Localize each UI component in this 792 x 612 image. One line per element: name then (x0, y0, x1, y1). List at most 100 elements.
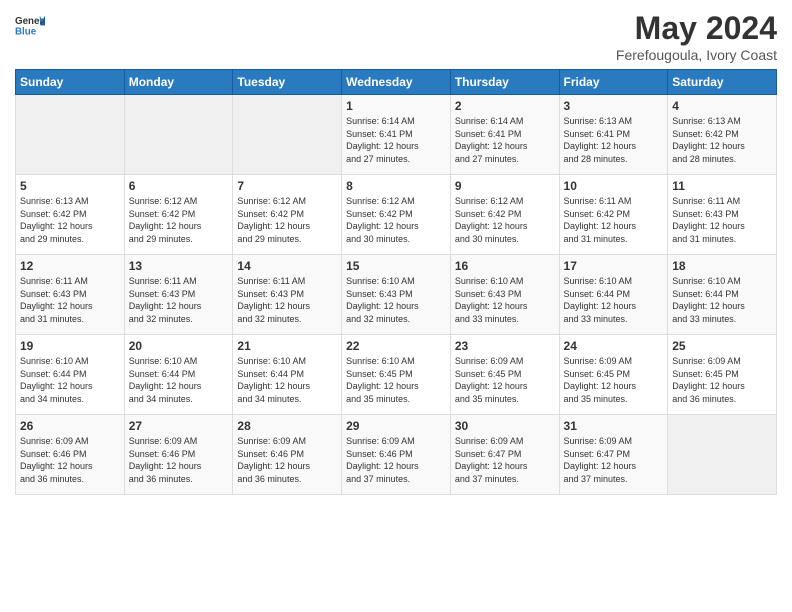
main-title: May 2024 (616, 10, 777, 47)
day-number: 29 (346, 419, 446, 433)
day-info: Sunrise: 6:11 AM Sunset: 6:43 PM Dayligh… (20, 275, 120, 325)
day-number: 16 (455, 259, 555, 273)
calendar-row-1: 1Sunrise: 6:14 AM Sunset: 6:41 PM Daylig… (16, 95, 777, 175)
calendar-cell: 6 Sunrise: 6:12 AM Sunset: 6:42 PM Daylig… (124, 175, 233, 255)
day-info: Sunrise: 6:11 AM Sunset: 6:43 PM Dayligh… (129, 275, 229, 325)
subtitle: Ferefougoula, Ivory Coast (616, 47, 777, 63)
calendar-cell: 19Sunrise: 6:10 AM Sunset: 6:44 PM Dayli… (16, 335, 125, 415)
calendar-table: Sunday Monday Tuesday Wednesday Thursday… (15, 69, 777, 495)
calendar-cell: 27 Sunrise: 6:09 AM Sunset: 6:46 PM Dayli… (124, 415, 233, 495)
day-info: Sunrise: 6:12 AM Sunset: 6:42 PM Dayligh… (237, 195, 337, 245)
day-number: 3 (564, 99, 664, 113)
calendar-cell: 25 Sunrise: 6:09 AM Sunset: 6:45 PM Dayli… (668, 335, 777, 415)
day-info: Sunrise: 6:10 AM Sunset: 6:43 PM Dayligh… (455, 275, 555, 325)
calendar-cell: 21 Sunrise: 6:10 AM Sunset: 6:44 PM Dayli… (233, 335, 342, 415)
calendar-row-4: 19 Sunrise: 6:10 AM Sunset: 6:44 PM Dayli… (16, 335, 777, 415)
day-info: Sunrise: 6:13 AM Sunset: 6:42 PM Dayligh… (20, 195, 120, 245)
day-info: Sunrise: 6:12 AM Sunset: 6:42 PM Dayligh… (455, 195, 555, 245)
calendar-cell: 4 Sunrise: 6:13 AM Sunset: 6:42 PM Daylig… (668, 95, 777, 175)
calendar-cell: 9 Sunrise: 6:12 AM Sunset: 6:42 PM Daylig… (450, 175, 559, 255)
day-info: Sunrise: 6:09 AM Sunset: 6:45 PM Dayligh… (672, 355, 772, 405)
calendar-cell: 20Sunrise: 6:10 AM Sunset: 6:44 PM Dayli… (124, 335, 233, 415)
day-info: Sunrise: 6:10 AM Sunset: 6:43 PM Dayligh… (346, 275, 446, 325)
calendar-cell: 22 Sunrise: 6:10 AM Sunset: 6:45 PM Dayli… (342, 335, 451, 415)
calendar-cell (233, 95, 342, 175)
day-info: Sunrise: 6:14 AM Sunset: 6:41 PM Dayligh… (346, 115, 446, 165)
day-number: 9 (455, 179, 555, 193)
day-info: Sunrise: 6:09 AM Sunset: 6:45 PM Dayligh… (564, 355, 664, 405)
day-number: 31 (564, 419, 664, 433)
calendar-cell: 1Sunrise: 6:14 AM Sunset: 6:41 PM Daylig… (342, 95, 451, 175)
day-number: 22 (346, 339, 446, 353)
day-number: 30 (455, 419, 555, 433)
day-number: 6 (129, 179, 229, 193)
day-number: 20 (129, 339, 229, 353)
col-tuesday: Tuesday (233, 70, 342, 95)
day-info: Sunrise: 6:12 AM Sunset: 6:42 PM Dayligh… (129, 195, 229, 245)
calendar-row-3: 12 Sunrise: 6:11 AM Sunset: 6:43 PM Dayli… (16, 255, 777, 335)
calendar-cell: 12 Sunrise: 6:11 AM Sunset: 6:43 PM Dayli… (16, 255, 125, 335)
col-monday: Monday (124, 70, 233, 95)
day-number: 19 (20, 339, 120, 353)
day-info: Sunrise: 6:13 AM Sunset: 6:41 PM Dayligh… (564, 115, 664, 165)
calendar-cell: 17 Sunrise: 6:10 AM Sunset: 6:44 PM Dayli… (559, 255, 668, 335)
day-info: Sunrise: 6:10 AM Sunset: 6:44 PM Dayligh… (564, 275, 664, 325)
page: General Blue May 2024 Ferefougoula, Ivor… (0, 0, 792, 612)
day-number: 7 (237, 179, 337, 193)
day-info: Sunrise: 6:12 AM Sunset: 6:42 PM Dayligh… (346, 195, 446, 245)
calendar-cell: 13 Sunrise: 6:11 AM Sunset: 6:43 PM Dayli… (124, 255, 233, 335)
calendar-cell: 5 Sunrise: 6:13 AM Sunset: 6:42 PM Daylig… (16, 175, 125, 255)
title-block: May 2024 Ferefougoula, Ivory Coast (616, 10, 777, 63)
calendar-cell: 28Sunrise: 6:09 AM Sunset: 6:46 PM Dayli… (233, 415, 342, 495)
day-info: Sunrise: 6:10 AM Sunset: 6:44 PM Dayligh… (237, 355, 337, 405)
day-number: 18 (672, 259, 772, 273)
day-info: Sunrise: 6:11 AM Sunset: 6:43 PM Dayligh… (237, 275, 337, 325)
day-number: 13 (129, 259, 229, 273)
col-thursday: Thursday (450, 70, 559, 95)
day-number: 17 (564, 259, 664, 273)
col-wednesday: Wednesday (342, 70, 451, 95)
col-sunday: Sunday (16, 70, 125, 95)
col-friday: Friday (559, 70, 668, 95)
day-info: Sunrise: 6:09 AM Sunset: 6:47 PM Dayligh… (455, 435, 555, 485)
day-info: Sunrise: 6:14 AM Sunset: 6:41 PM Dayligh… (455, 115, 555, 165)
day-number: 23 (455, 339, 555, 353)
day-number: 12 (20, 259, 120, 273)
day-number: 28 (237, 419, 337, 433)
day-number: 24 (564, 339, 664, 353)
calendar-cell: 18 Sunrise: 6:10 AM Sunset: 6:44 PM Dayli… (668, 255, 777, 335)
day-number: 25 (672, 339, 772, 353)
calendar-cell: 29 Sunrise: 6:09 AM Sunset: 6:46 PM Dayli… (342, 415, 451, 495)
day-number: 15 (346, 259, 446, 273)
day-info: Sunrise: 6:11 AM Sunset: 6:42 PM Dayligh… (564, 195, 664, 245)
svg-text:Blue: Blue (15, 26, 37, 37)
day-info: Sunrise: 6:09 AM Sunset: 6:46 PM Dayligh… (20, 435, 120, 485)
day-number: 11 (672, 179, 772, 193)
logo-icon: General Blue (15, 10, 45, 40)
calendar-cell: 3 Sunrise: 6:13 AM Sunset: 6:41 PM Daylig… (559, 95, 668, 175)
day-number: 27 (129, 419, 229, 433)
day-number: 26 (20, 419, 120, 433)
calendar-cell: 30 Sunrise: 6:09 AM Sunset: 6:47 PM Dayli… (450, 415, 559, 495)
calendar-cell: 31 Sunrise: 6:09 AM Sunset: 6:47 PM Dayli… (559, 415, 668, 495)
day-info: Sunrise: 6:09 AM Sunset: 6:46 PM Dayligh… (346, 435, 446, 485)
calendar-cell: 10Sunrise: 6:11 AM Sunset: 6:42 PM Dayli… (559, 175, 668, 255)
day-number: 2 (455, 99, 555, 113)
calendar-cell (668, 415, 777, 495)
calendar-cell: 24 Sunrise: 6:09 AM Sunset: 6:45 PM Dayli… (559, 335, 668, 415)
day-number: 5 (20, 179, 120, 193)
col-saturday: Saturday (668, 70, 777, 95)
day-info: Sunrise: 6:09 AM Sunset: 6:47 PM Dayligh… (564, 435, 664, 485)
day-info: Sunrise: 6:09 AM Sunset: 6:46 PM Dayligh… (129, 435, 229, 485)
day-number: 4 (672, 99, 772, 113)
calendar-row-2: 5 Sunrise: 6:13 AM Sunset: 6:42 PM Daylig… (16, 175, 777, 255)
day-info: Sunrise: 6:10 AM Sunset: 6:44 PM Dayligh… (672, 275, 772, 325)
day-info: Sunrise: 6:10 AM Sunset: 6:45 PM Dayligh… (346, 355, 446, 405)
header-row: Sunday Monday Tuesday Wednesday Thursday… (16, 70, 777, 95)
calendar-cell: 26 Sunrise: 6:09 AM Sunset: 6:46 PM Dayli… (16, 415, 125, 495)
day-info: Sunrise: 6:13 AM Sunset: 6:42 PM Dayligh… (672, 115, 772, 165)
calendar-cell: 8Sunrise: 6:12 AM Sunset: 6:42 PM Daylig… (342, 175, 451, 255)
day-number: 21 (237, 339, 337, 353)
day-info: Sunrise: 6:09 AM Sunset: 6:45 PM Dayligh… (455, 355, 555, 405)
calendar-cell: 16 Sunrise: 6:10 AM Sunset: 6:43 PM Dayli… (450, 255, 559, 335)
